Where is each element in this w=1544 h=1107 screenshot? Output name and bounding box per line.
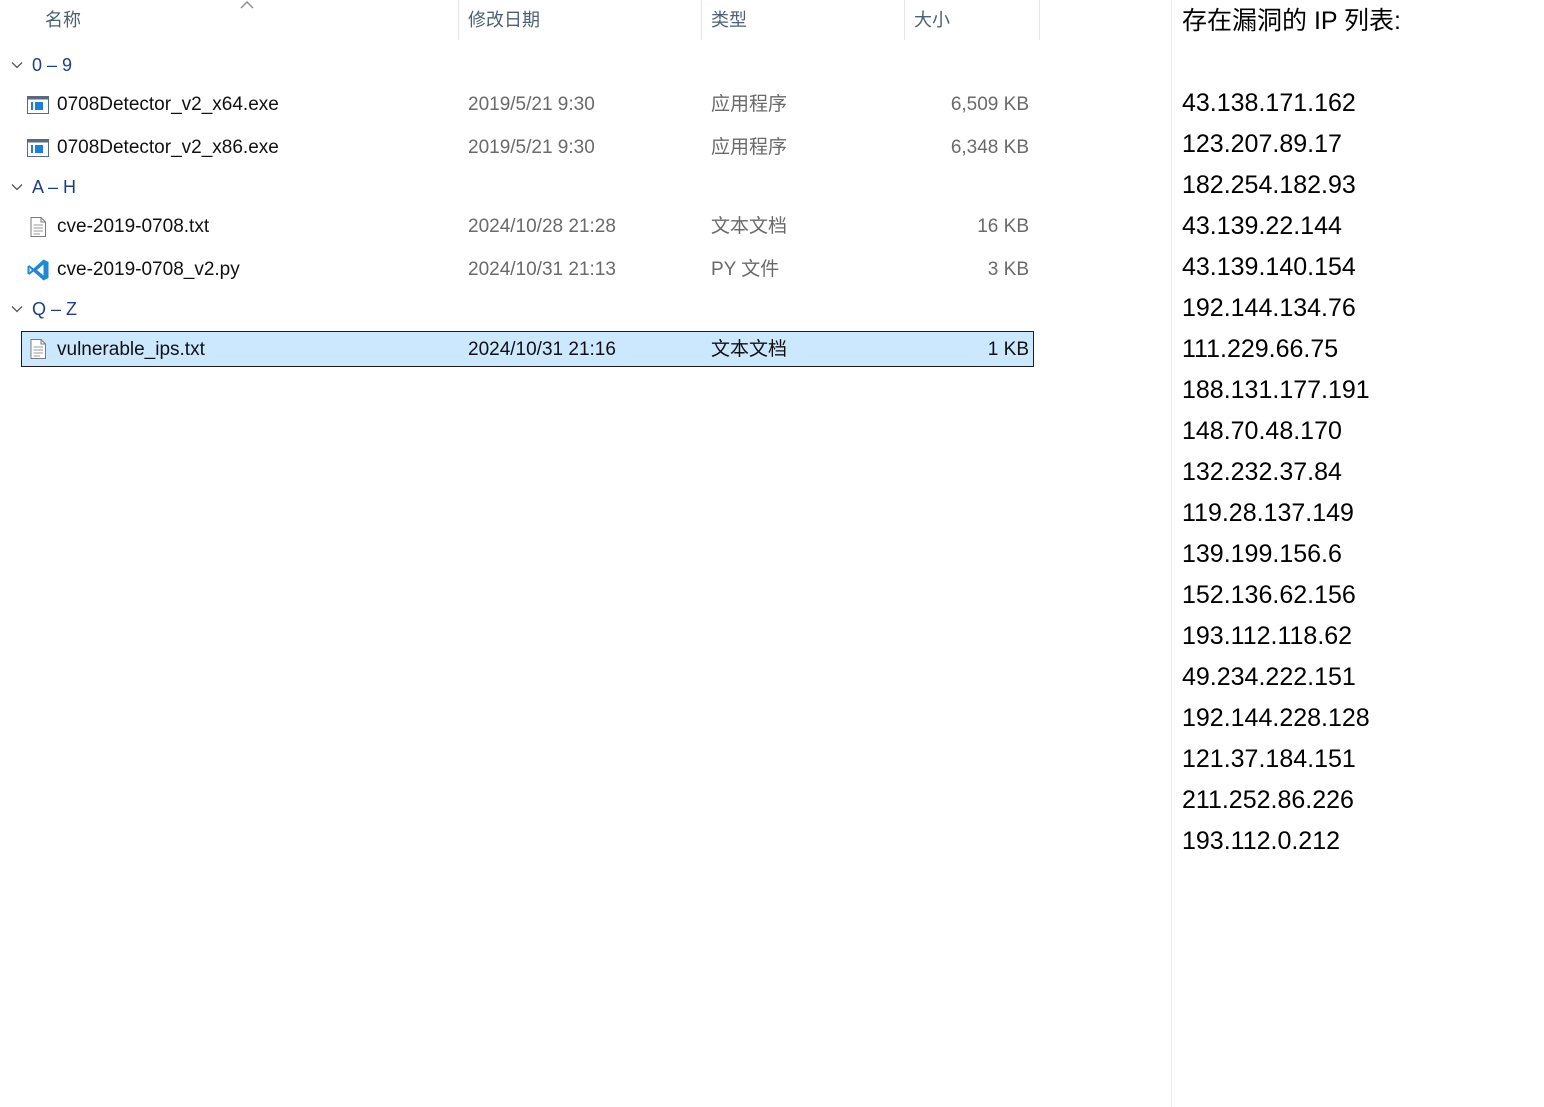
file-size: 1 KB — [987, 339, 1029, 360]
ip-list-item: 43.138.171.162 — [1182, 89, 1356, 117]
ip-list-item: 193.112.0.212 — [1182, 827, 1341, 855]
column-divider[interactable] — [1039, 0, 1040, 40]
file-type: PY 文件 — [711, 259, 780, 280]
group-header-q-z[interactable]: Q – Z — [0, 291, 300, 327]
ip-list-item: 192.144.134.76 — [1182, 294, 1356, 322]
group-label: 0 – 9 — [32, 55, 73, 75]
column-header-bar: 名称 修改日期 类型 大小 — [0, 0, 1040, 40]
ip-list: 43.138.171.162 123.207.89.17 182.254.182… — [1182, 83, 1370, 862]
group-label: Q – Z — [32, 299, 78, 319]
ip-list-item: 121.37.184.151 — [1182, 745, 1356, 773]
file-date: 2024/10/31 21:16 — [468, 339, 616, 360]
ip-list-item: 192.144.228.128 — [1182, 704, 1370, 732]
file-date: 2024/10/31 21:13 — [468, 259, 616, 280]
file-size: 16 KB — [977, 216, 1029, 237]
file-row[interactable]: cve-2019-0708_v2.py 2024/10/31 21:13 PY … — [21, 252, 1034, 288]
text-file-icon — [30, 217, 46, 237]
output-text-pane: 存在漏洞的 IP 列表: 43.138.171.162 123.207.89.1… — [1172, 0, 1544, 1107]
file-type: 文本文档 — [711, 216, 788, 237]
ip-list-item: 49.234.222.151 — [1182, 663, 1356, 691]
ip-list-item: 119.28.137.149 — [1182, 499, 1354, 527]
ip-list-item: 148.70.48.170 — [1182, 417, 1342, 445]
column-divider[interactable] — [458, 0, 459, 40]
column-header-size[interactable]: 大小 — [914, 0, 950, 40]
file-row[interactable]: 0708Detector_v2_x86.exe 2019/5/21 9:30 应… — [21, 130, 1034, 166]
group-header-0-9[interactable]: 0 – 9 — [0, 47, 300, 83]
column-header-type[interactable]: 类型 — [711, 0, 747, 40]
file-size: 6,348 KB — [950, 137, 1029, 158]
file-name: vulnerable_ips.txt — [57, 339, 205, 360]
file-date: 2019/5/21 9:30 — [468, 137, 595, 158]
column-header-date[interactable]: 修改日期 — [468, 0, 540, 40]
file-size: 6,509 KB — [950, 94, 1029, 115]
file-name: cve-2019-0708.txt — [57, 216, 210, 237]
exe-icon — [27, 139, 49, 157]
file-name: cve-2019-0708_v2.py — [57, 259, 240, 280]
vscode-icon — [27, 259, 49, 281]
file-name: 0708Detector_v2_x64.exe — [57, 94, 279, 115]
file-date: 2024/10/28 21:28 — [468, 216, 616, 237]
file-row-selected[interactable]: vulnerable_ips.txt 2024/10/31 21:16 文本文档… — [21, 331, 1034, 367]
chevron-down-icon[interactable] — [11, 181, 23, 193]
file-type: 文本文档 — [711, 339, 788, 360]
ip-list-item: 43.139.140.154 — [1182, 253, 1356, 281]
ip-list-item: 43.139.22.144 — [1182, 212, 1342, 240]
column-divider[interactable] — [904, 0, 905, 40]
chevron-down-icon[interactable] — [11, 59, 23, 71]
text-file-icon — [30, 339, 46, 359]
group-label: A – H — [32, 177, 77, 197]
ip-list-title: 存在漏洞的 IP 列表: — [1182, 7, 1402, 35]
file-type: 应用程序 — [711, 94, 788, 115]
file-name: 0708Detector_v2_x86.exe — [57, 137, 279, 158]
file-row[interactable]: cve-2019-0708.txt 2024/10/28 21:28 文本文档 … — [21, 209, 1034, 245]
ip-list-item: 188.131.177.191 — [1182, 376, 1370, 404]
file-list-pane: 名称 修改日期 类型 大小 0 – 9 0708Detector_v2_x64.… — [0, 0, 1170, 1107]
exe-icon — [27, 96, 49, 114]
file-row[interactable]: 0708Detector_v2_x64.exe 2019/5/21 9:30 应… — [21, 87, 1034, 123]
ip-list-item: 152.136.62.156 — [1182, 581, 1356, 609]
chevron-down-icon[interactable] — [11, 303, 23, 315]
ip-list-item: 139.199.156.6 — [1182, 540, 1342, 568]
ip-list-item: 111.229.66.75 — [1182, 335, 1339, 363]
ip-list-item: 193.112.118.62 — [1182, 622, 1353, 650]
file-size: 3 KB — [987, 259, 1029, 280]
column-divider[interactable] — [701, 0, 702, 40]
column-header-name[interactable]: 名称 — [45, 0, 81, 40]
group-header-a-h[interactable]: A – H — [0, 169, 300, 205]
ip-list-item: 211.252.86.226 — [1182, 786, 1354, 814]
ip-list-item: 132.232.37.84 — [1182, 458, 1342, 486]
file-type: 应用程序 — [711, 137, 788, 158]
ip-list-item: 123.207.89.17 — [1182, 130, 1342, 158]
ip-list-item: 182.254.182.93 — [1182, 171, 1356, 199]
file-date: 2019/5/21 9:30 — [468, 94, 595, 115]
sort-ascending-icon — [240, 1, 254, 9]
